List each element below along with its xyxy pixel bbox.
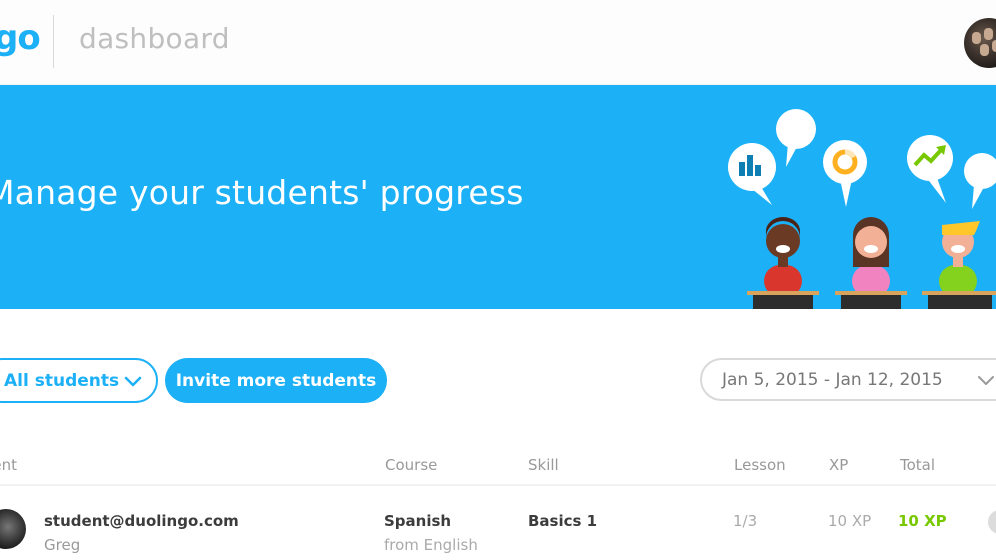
student-filter-select[interactable]: All students (0, 358, 158, 403)
xp-value: 10 XP (828, 512, 872, 530)
column-header-course[interactable]: Course (385, 456, 437, 474)
header-divider (53, 15, 54, 68)
page-title: dashboard (79, 22, 230, 55)
date-range-select[interactable]: Jan 5, 2015 - Jan 12, 2015 (700, 358, 996, 401)
column-header-lesson[interactable]: Lesson (734, 456, 786, 474)
student-figure (835, 217, 907, 309)
bar-chart-icon (728, 143, 776, 205)
trend-up-icon (907, 135, 953, 203)
user-avatar[interactable] (964, 18, 996, 68)
column-header-student[interactable]: Student (0, 456, 17, 474)
chevron-down-icon (978, 376, 994, 385)
column-header-total[interactable]: Total (900, 456, 935, 474)
avatar-face (984, 28, 993, 40)
banner-title: Manage your students' progress (0, 173, 524, 212)
avatar-face (980, 44, 989, 56)
total-xp-value: 10 XP (898, 512, 947, 530)
duolingo-logo[interactable]: go (0, 18, 41, 58)
table-header-divider (0, 484, 996, 486)
column-header-xp[interactable]: XP (829, 456, 848, 474)
avatar-face (972, 32, 981, 44)
student-figure (747, 217, 819, 309)
course-name: Spanish (384, 512, 452, 530)
date-range-value: Jan 5, 2015 - Jan 12, 2015 (722, 370, 943, 390)
empty-bubble-icon (776, 109, 816, 167)
invite-students-button[interactable]: Invite more students (165, 358, 387, 403)
student-avatar (0, 509, 26, 549)
student-figure (922, 221, 996, 309)
student-email: student@duolingo.com (44, 512, 239, 530)
lesson-progress: 1/3 (733, 512, 758, 530)
top-bar: go dashboard (0, 0, 996, 85)
avatar-face (992, 40, 996, 52)
empty-bubble-icon (964, 153, 996, 209)
skill-name: Basics 1 (528, 512, 598, 530)
student-filter-value: All students (4, 371, 120, 391)
row-options-button[interactable] (988, 510, 996, 534)
hero-banner: Manage your students' progress (0, 85, 996, 309)
donut-chart-icon (823, 140, 867, 207)
course-from: from English (384, 536, 478, 554)
students-illustration (728, 109, 996, 309)
chevron-down-icon (124, 376, 142, 387)
column-header-skill[interactable]: Skill (528, 456, 559, 474)
student-name: Greg (44, 536, 81, 554)
